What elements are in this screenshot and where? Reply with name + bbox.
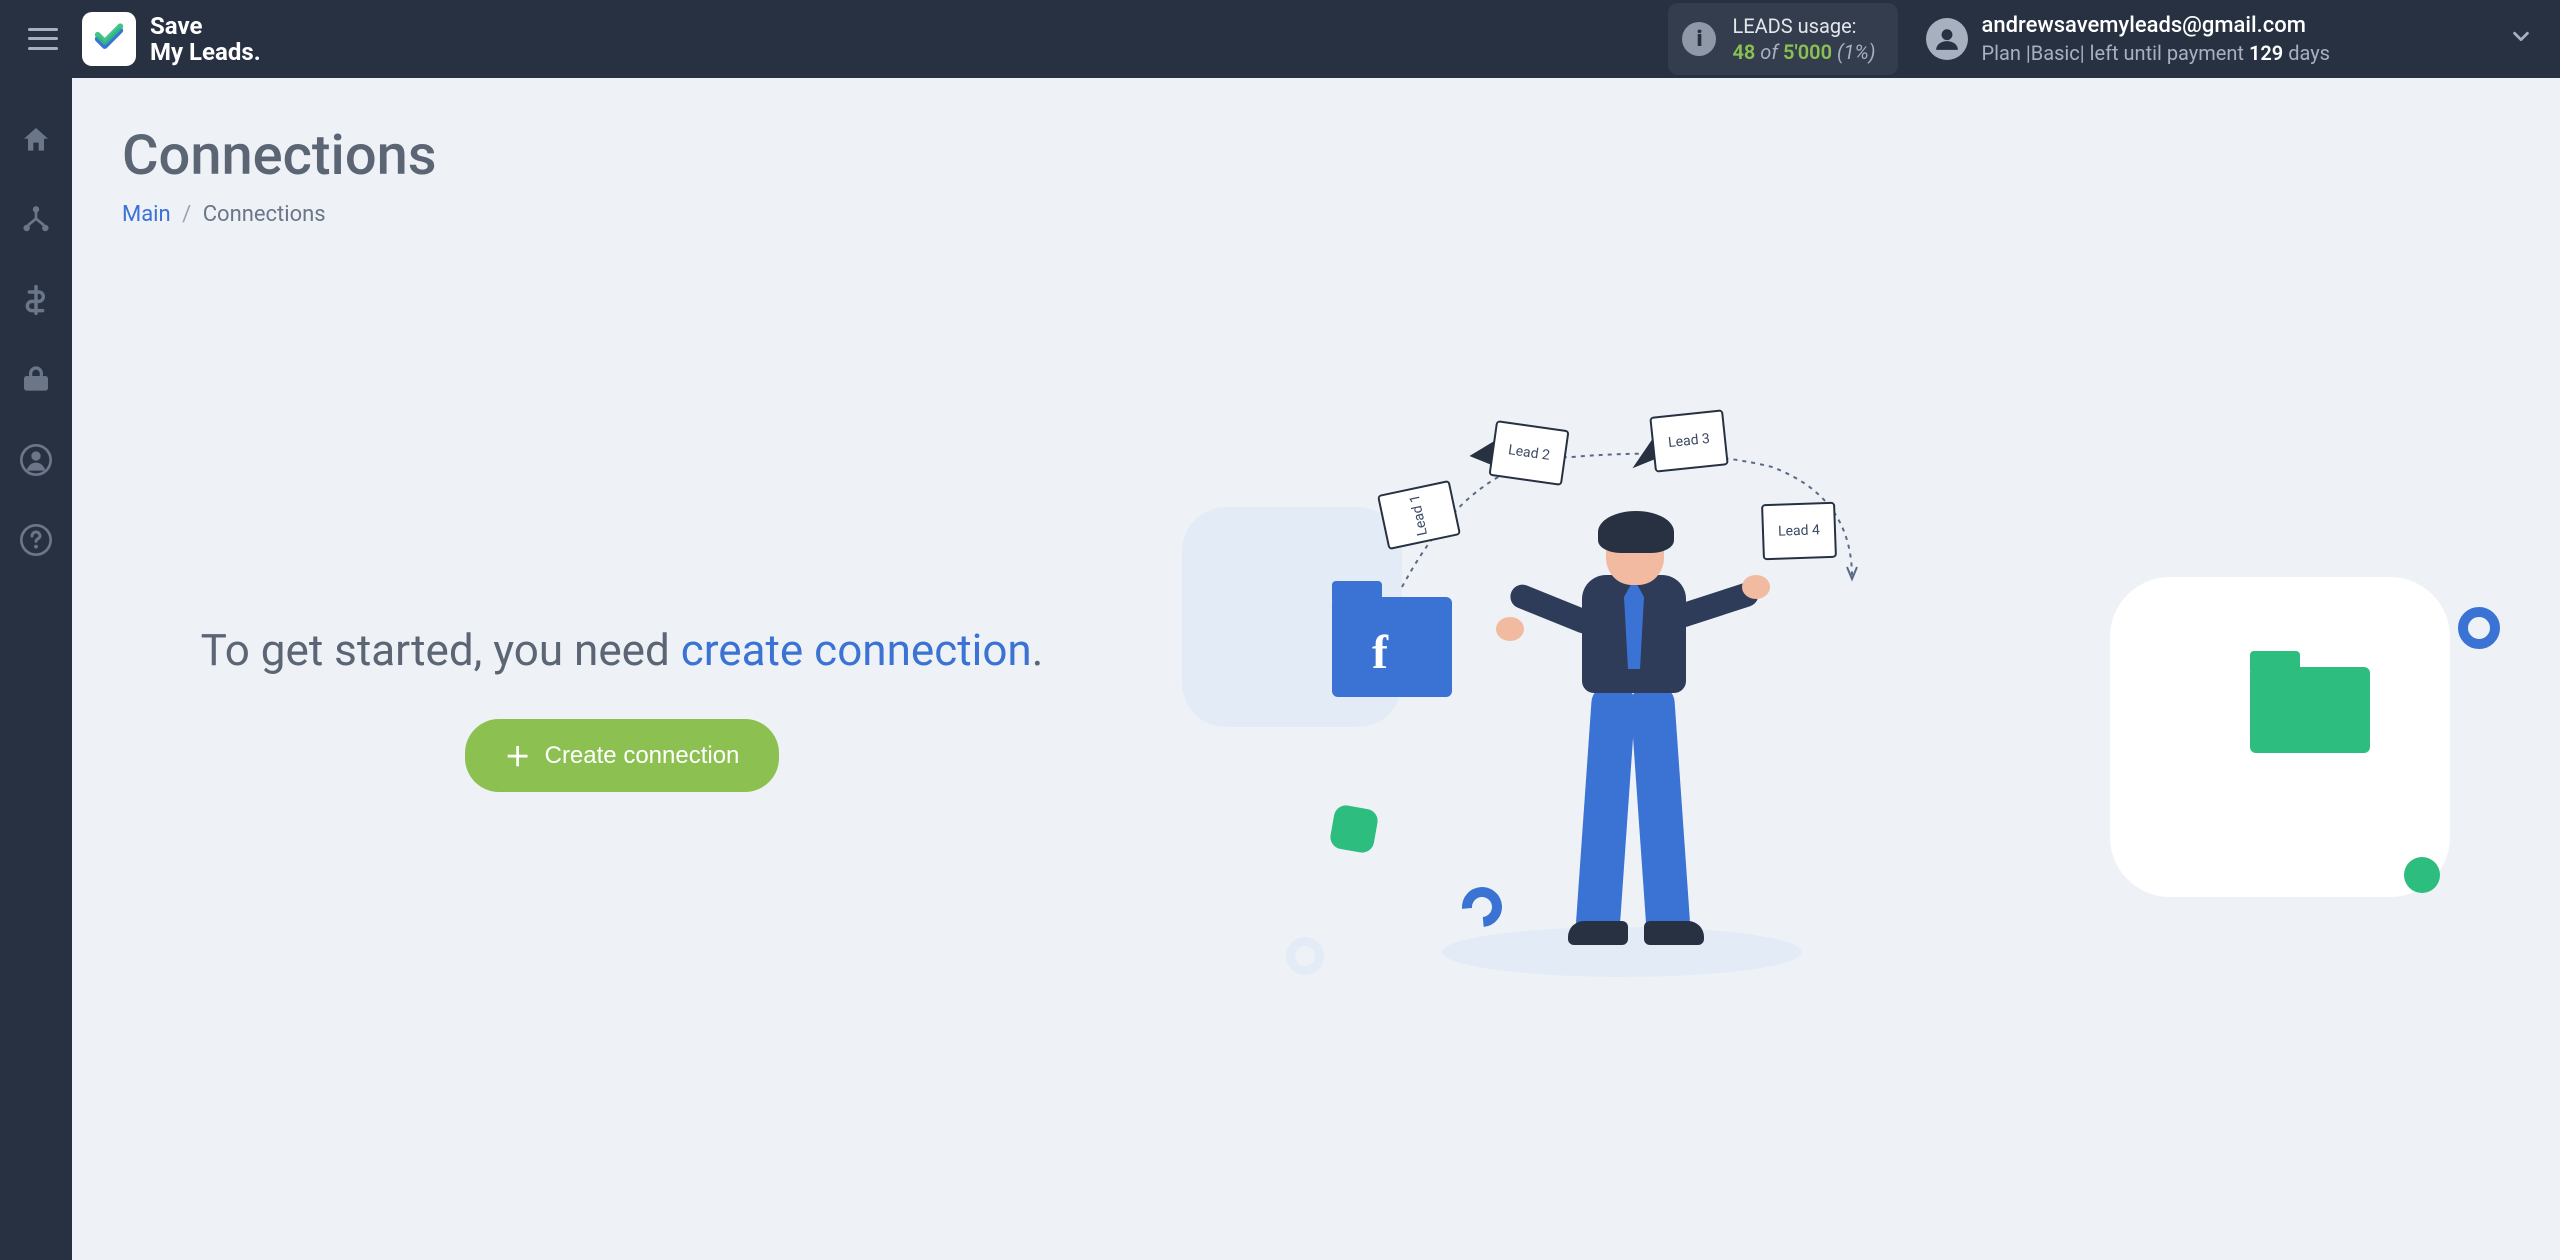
info-icon: i xyxy=(1682,22,1716,56)
leads-usage-widget[interactable]: i LEADS usage: 48 of 5'000 (1%) xyxy=(1668,3,1897,75)
empty-state: To get started, you need create connecti… xyxy=(122,407,2510,1007)
breadcrumb-current: Connections xyxy=(203,202,326,227)
lead-card: Lead 3 xyxy=(1649,409,1728,472)
empty-state-prompt: To get started, you need create connecti… xyxy=(122,622,1122,679)
sidebar-item-billing[interactable] xyxy=(14,278,58,322)
user-account-menu[interactable]: andrewsavemyleads@gmail.com Plan |Basic|… xyxy=(1926,12,2331,67)
top-header: Save My Leads. i LEADS usage: 48 of 5'00… xyxy=(0,0,2560,78)
usage-text: LEADS usage: 48 of 5'000 (1%) xyxy=(1732,13,1875,65)
breadcrumb: Main / Connections xyxy=(122,202,2510,227)
avatar-icon xyxy=(1926,18,1968,60)
destination-folder-icon xyxy=(2250,667,2370,753)
user-info: andrewsavemyleads@gmail.com Plan |Basic|… xyxy=(1982,12,2331,67)
menu-toggle[interactable] xyxy=(28,25,58,53)
sidebar xyxy=(0,78,72,1260)
lead-card: Lead 2 xyxy=(1488,420,1569,486)
breadcrumb-main-link[interactable]: Main xyxy=(122,202,171,227)
illustration: f Lead 1 Lead 2 Lead 3 Lead 4 xyxy=(1182,407,2510,1007)
main-content: Connections Main / Connections To get st… xyxy=(72,78,2560,1260)
sidebar-item-help[interactable] xyxy=(14,518,58,562)
page-title: Connections xyxy=(122,122,2510,188)
create-connection-button[interactable]: ＋ Create connection xyxy=(465,719,780,792)
sidebar-item-account[interactable] xyxy=(14,438,58,482)
sidebar-item-connections[interactable] xyxy=(14,198,58,242)
sidebar-item-home[interactable] xyxy=(14,118,58,162)
logo-icon[interactable] xyxy=(82,12,136,66)
logo-text: Save My Leads. xyxy=(150,13,261,66)
sidebar-item-tools[interactable] xyxy=(14,358,58,402)
plus-icon: ＋ xyxy=(505,737,531,774)
chevron-down-icon[interactable] xyxy=(2510,25,2532,53)
facebook-folder-icon: f xyxy=(1332,597,1452,697)
lead-card: Lead 4 xyxy=(1761,502,1837,561)
breadcrumb-separator: / xyxy=(182,202,191,227)
